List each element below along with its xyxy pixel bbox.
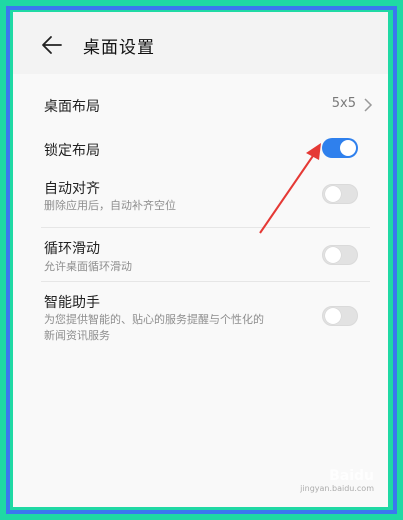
setting-auto-align: 自动对齐 删除应用后，自动补齐空位	[13, 180, 388, 228]
setting-title: 桌面布局	[44, 99, 100, 115]
smart-assistant-toggle[interactable]	[322, 306, 358, 326]
watermark-url: jingyan.baidu.com	[300, 484, 374, 493]
chevron-right-icon	[364, 98, 373, 112]
setting-title: 智能助手	[44, 295, 100, 311]
settings-list: 桌面布局 5x5 锁定布局 自动对齐 删除应用后，自动补齐空位 循环滑动 允许桌…	[13, 74, 388, 352]
setting-title: 循环滑动	[44, 241, 100, 257]
layout-value: 5x5	[331, 96, 356, 111]
setting-subtitle-line1: 为您提供智能的、贴心的服务提醒与个性化的	[44, 313, 264, 326]
auto-align-toggle[interactable]	[322, 184, 358, 204]
lock-layout-toggle[interactable]	[322, 138, 358, 158]
toggle-knob	[325, 186, 341, 202]
setting-lock-layout: 锁定布局	[13, 134, 388, 180]
toggle-knob	[340, 140, 356, 156]
setting-desktop-layout[interactable]: 桌面布局 5x5	[13, 74, 388, 134]
baidu-watermark: Baidu jingyan.baidu.com	[300, 468, 374, 493]
setting-title: 自动对齐	[44, 181, 100, 197]
setting-subtitle: 允许桌面循环滑动	[44, 260, 132, 273]
settings-screen: 桌面设置 桌面布局 5x5 锁定布局 自动对齐 删除应用后，自动补齐空位 循环滑…	[13, 12, 388, 507]
setting-subtitle: 删除应用后，自动补齐空位	[44, 199, 176, 212]
top-bar: 桌面设置	[13, 12, 388, 74]
setting-subtitle-line2: 新闻资讯服务	[44, 329, 110, 342]
page-title: 桌面设置	[83, 38, 155, 58]
toggle-knob	[325, 308, 341, 324]
toggle-knob	[325, 247, 341, 263]
back-arrow-icon[interactable]	[41, 34, 63, 56]
setting-title: 锁定布局	[44, 143, 100, 159]
loop-scroll-toggle[interactable]	[322, 245, 358, 265]
watermark-brand: Baidu	[329, 468, 374, 484]
setting-loop-scroll: 循环滑动 允许桌面循环滑动	[13, 228, 388, 282]
setting-smart-assistant: 智能助手 为您提供智能的、贴心的服务提醒与个性化的 新闻资讯服务	[13, 282, 388, 352]
